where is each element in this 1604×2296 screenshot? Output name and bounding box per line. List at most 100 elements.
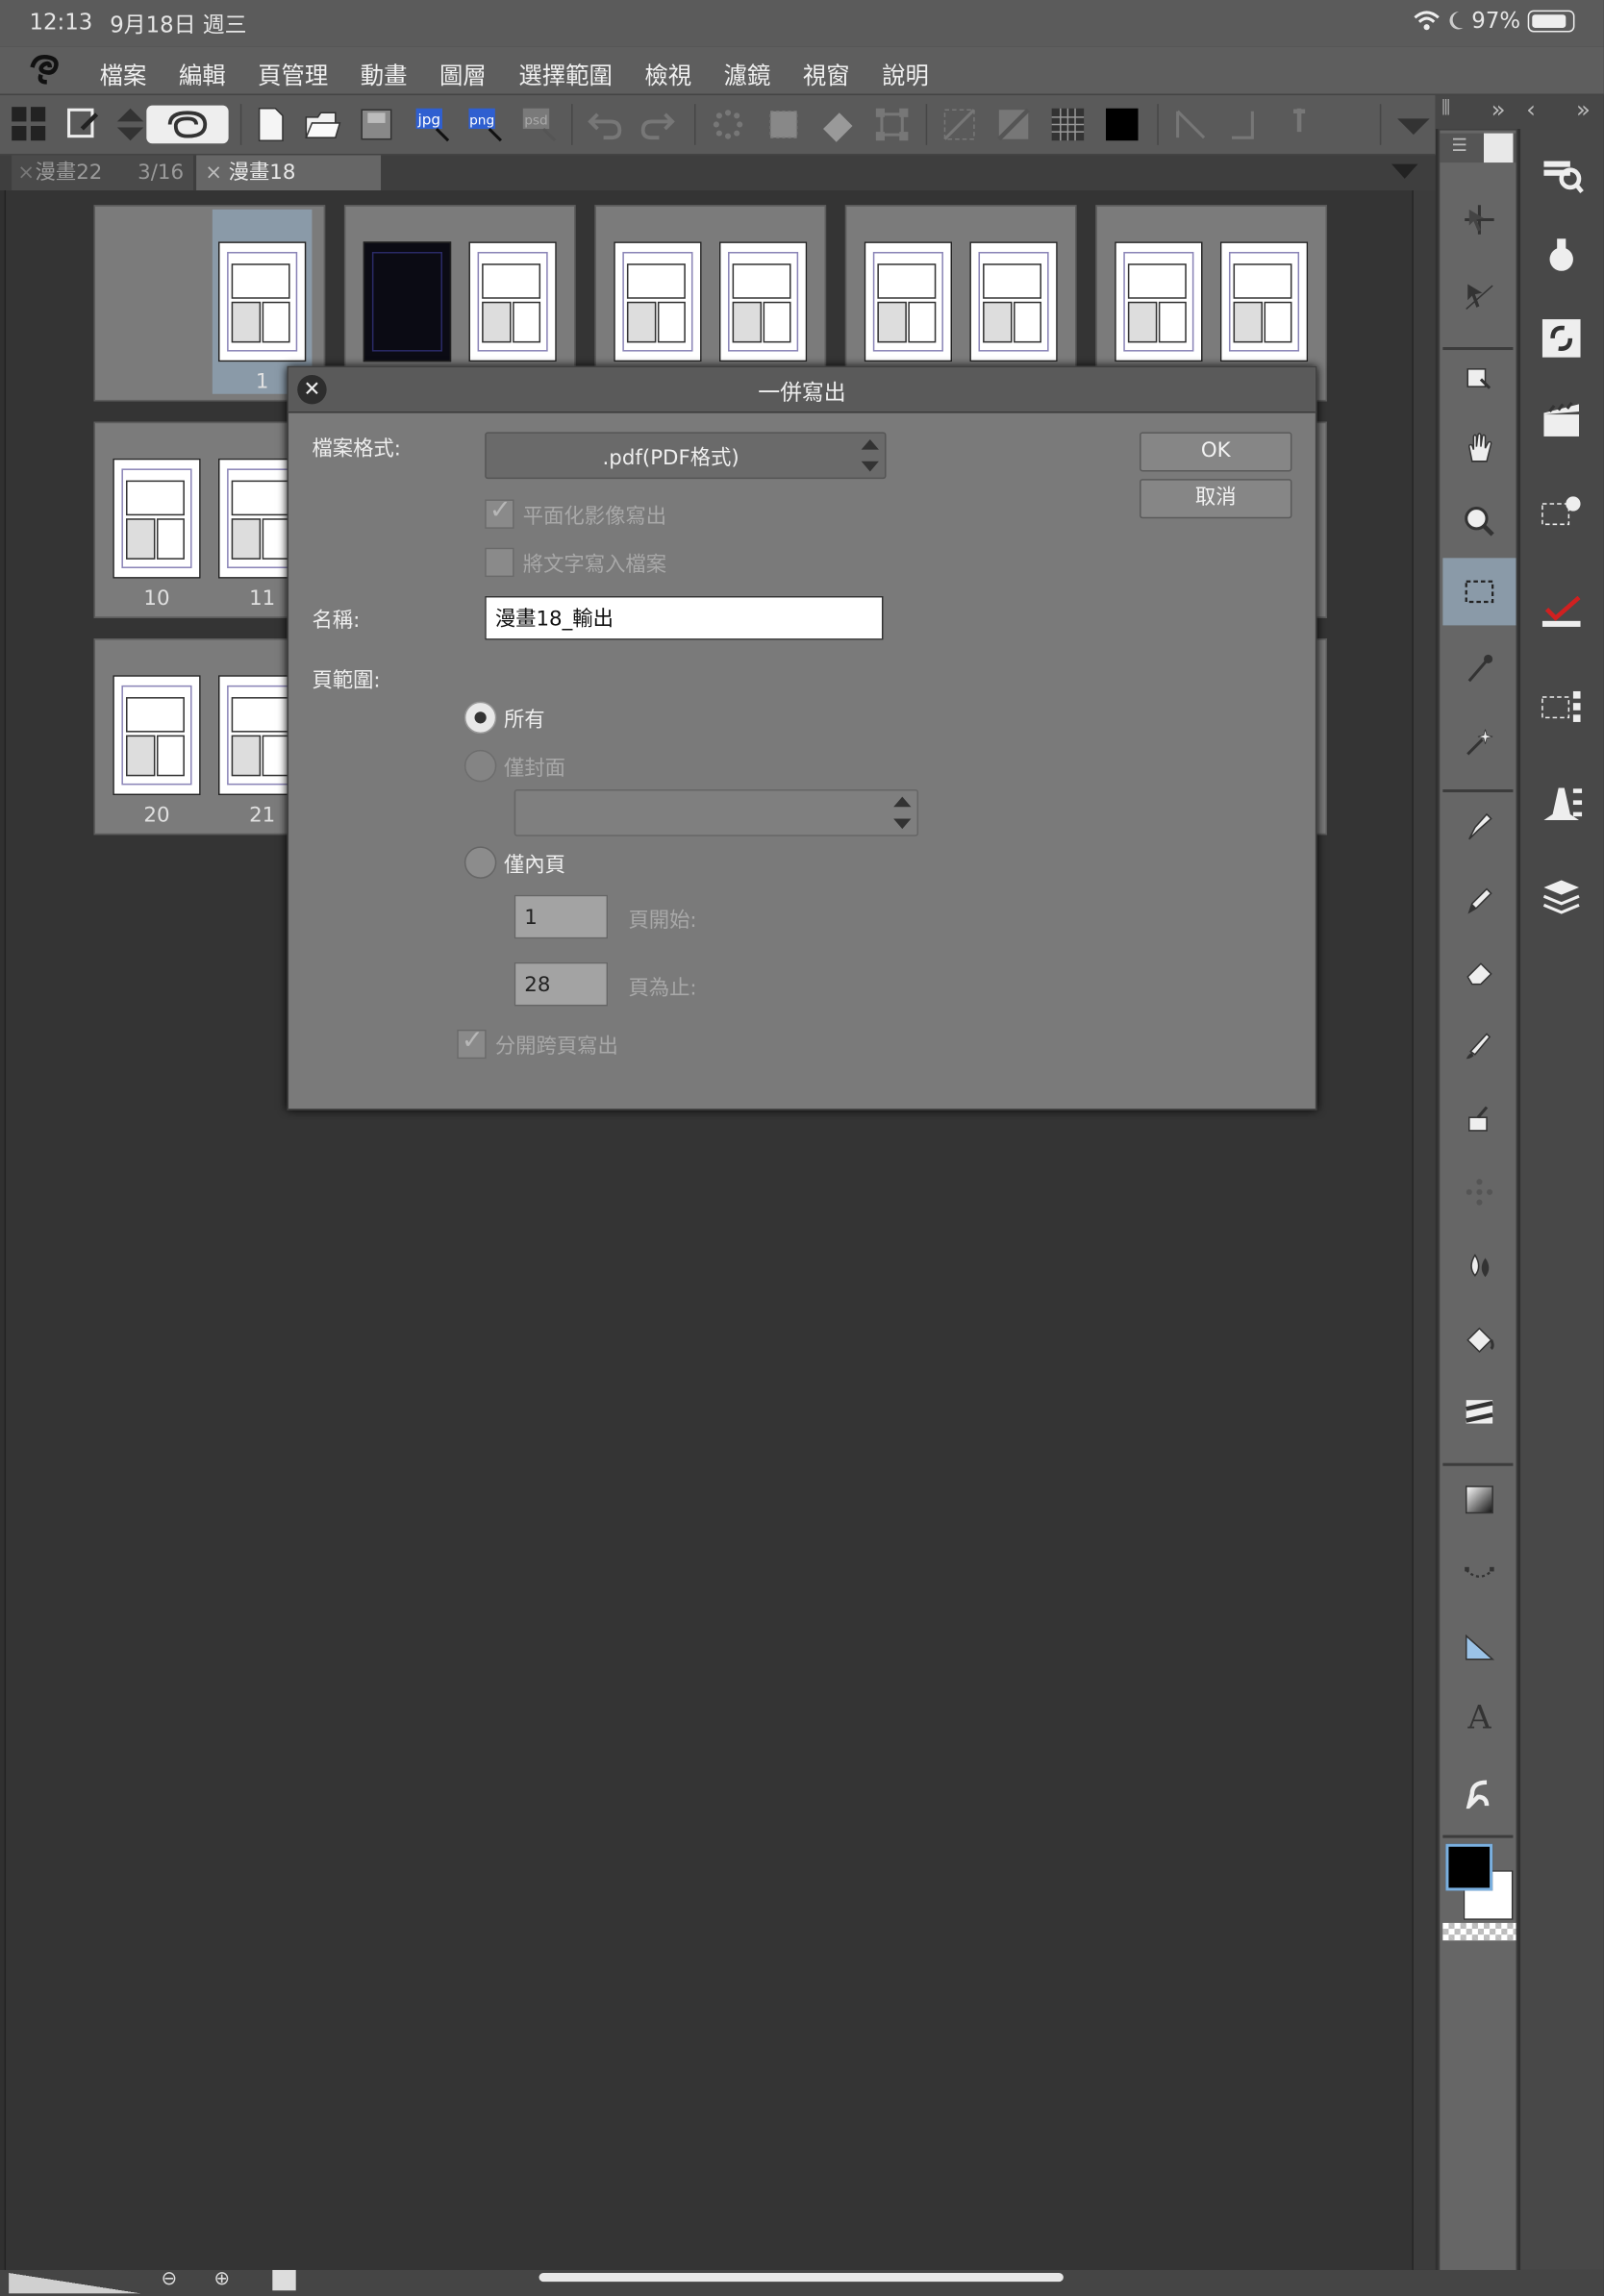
swirl-icon[interactable] (146, 105, 229, 144)
vector-icon[interactable] (1464, 1557, 1496, 1589)
close-icon[interactable]: × (205, 155, 222, 190)
menu-item[interactable]: 檢視 (644, 56, 691, 91)
menu-item[interactable]: 圖層 (439, 56, 487, 91)
app-logo-icon[interactable] (26, 53, 64, 86)
text-icon[interactable]: A (1464, 1703, 1496, 1735)
black-square-icon[interactable] (1103, 106, 1141, 144)
format-select[interactable]: .pdf(PDF格式) (485, 432, 887, 480)
tab-menu-icon[interactable] (1391, 163, 1418, 179)
color-swatch[interactable] (1442, 1838, 1516, 1956)
balloon-icon[interactable] (1464, 1777, 1496, 1809)
pin-icon[interactable] (1280, 106, 1318, 144)
eraser-icon[interactable] (1464, 957, 1496, 989)
grid-icon[interactable] (11, 106, 49, 144)
hide-selection-icon[interactable] (940, 106, 979, 144)
cancel-button[interactable]: 取消 (1140, 479, 1292, 519)
undo-icon[interactable] (586, 106, 624, 144)
pen-icon[interactable] (1464, 810, 1496, 842)
cover-select[interactable] (514, 789, 919, 836)
zoom-in-icon[interactable]: ⊕ (213, 2268, 230, 2290)
rotate-icon[interactable] (1464, 362, 1496, 394)
ruler-icon[interactable] (1172, 106, 1211, 144)
export-png-icon[interactable]: png (465, 106, 504, 144)
svg-text:jpg: jpg (417, 111, 441, 128)
selection-settings-icon[interactable] (1538, 489, 1585, 534)
write-text-checkbox[interactable] (485, 547, 514, 578)
transparent-color-swatch[interactable] (1442, 1922, 1516, 1941)
new-file-icon[interactable] (252, 106, 290, 144)
menu-item[interactable]: 頁管理 (258, 56, 328, 91)
ok-button[interactable]: OK (1140, 432, 1292, 472)
save-icon[interactable] (358, 106, 396, 144)
battery-icon (1527, 9, 1575, 32)
toolbar-menu-icon[interactable] (1394, 106, 1433, 144)
zoom-icon[interactable] (1464, 506, 1496, 538)
brush-icon[interactable] (1464, 1030, 1496, 1062)
magic-wand-icon[interactable] (1464, 725, 1496, 758)
main-color-swatch[interactable] (1445, 1843, 1493, 1891)
collapse-right-icon[interactable]: » (1576, 95, 1591, 123)
range-inner-radio[interactable] (464, 846, 497, 879)
menu-item[interactable]: 選擇範圍 (518, 56, 613, 91)
close-icon[interactable]: × (17, 155, 35, 190)
menu-icon[interactable]: ☰ (1451, 135, 1466, 155)
sync-icon[interactable] (1538, 316, 1585, 361)
crop-icon[interactable] (994, 106, 1033, 144)
end-page-field[interactable]: 28 (514, 961, 609, 1007)
fill-selection-icon[interactable] (764, 106, 803, 144)
panel-grip-icon[interactable]: ⦀ (1441, 97, 1450, 120)
tab-manga18[interactable]: × 漫畫18 (196, 155, 382, 191)
menu-item[interactable]: 濾鏡 (724, 56, 771, 91)
split-spread-checkbox[interactable]: ✓ (457, 1025, 487, 1060)
menu-item[interactable]: 說明 (882, 56, 929, 91)
dropper-icon[interactable] (1464, 652, 1496, 685)
redo-icon[interactable] (639, 106, 677, 144)
move-icon[interactable] (1464, 204, 1496, 237)
up-down-icon[interactable] (112, 106, 150, 144)
menu-item[interactable]: 檔案 (100, 56, 147, 91)
name-input[interactable]: 漫畫18_輸出 (485, 595, 884, 640)
range-all-radio[interactable] (464, 701, 497, 735)
transform-icon[interactable] (873, 106, 912, 144)
range-cover-radio[interactable] (464, 749, 497, 783)
zoom-out-icon[interactable]: ⊖ (162, 2268, 178, 2290)
rect-select-icon[interactable] (1464, 576, 1496, 609)
gradient-icon[interactable] (1464, 1484, 1496, 1516)
hand-icon[interactable] (1464, 432, 1496, 464)
ruler-tool-icon[interactable] (1464, 1630, 1496, 1662)
tab-manga22[interactable]: × 漫畫22 3/16 (12, 155, 194, 191)
layers-icon[interactable] (1538, 876, 1585, 920)
search-layers-icon[interactable] (1538, 152, 1585, 196)
open-folder-icon[interactable] (303, 106, 341, 144)
menu-item[interactable]: 動畫 (361, 56, 408, 91)
zoom-slider[interactable] (9, 2273, 141, 2294)
selection-pointer-icon[interactable] (1464, 280, 1496, 312)
pencil-icon[interactable] (1464, 883, 1496, 915)
pen-settings-icon[interactable] (1538, 782, 1585, 826)
vertical-scrollbar[interactable] (1412, 190, 1436, 2270)
airbrush-icon[interactable] (1464, 1103, 1496, 1136)
menu-item[interactable]: 視窗 (803, 56, 850, 91)
fill-icon[interactable] (1464, 1322, 1496, 1355)
lightbulb-icon[interactable] (1538, 235, 1585, 279)
start-page-field[interactable]: 1 (514, 894, 609, 939)
export-psd-icon[interactable]: psd (520, 106, 559, 144)
blend-icon[interactable] (1464, 1249, 1496, 1282)
animation-icon[interactable] (1538, 398, 1585, 442)
eraser-selection-icon[interactable] (818, 106, 857, 144)
menu-item[interactable]: 編輯 (179, 56, 226, 91)
export-jpg-icon[interactable]: jpg (414, 106, 452, 144)
stripe-icon[interactable] (1464, 1396, 1496, 1429)
page-edit-icon[interactable] (64, 106, 103, 144)
collapse-icon[interactable]: » (1491, 95, 1506, 123)
flatten-checkbox[interactable]: ✓ (485, 495, 514, 529)
show-grid-icon[interactable] (1049, 106, 1088, 144)
ruler-edge-icon[interactable] (1226, 106, 1265, 144)
layer-select-icon[interactable] (1538, 686, 1585, 730)
clear-icon[interactable] (709, 106, 747, 144)
expand-left-icon[interactable]: ‹ (1526, 95, 1536, 123)
fit-view-icon[interactable] (272, 2269, 296, 2291)
check-icon[interactable] (1538, 588, 1585, 633)
decoration-icon[interactable] (1464, 1176, 1496, 1209)
pen-tab-icon[interactable] (1484, 133, 1514, 163)
